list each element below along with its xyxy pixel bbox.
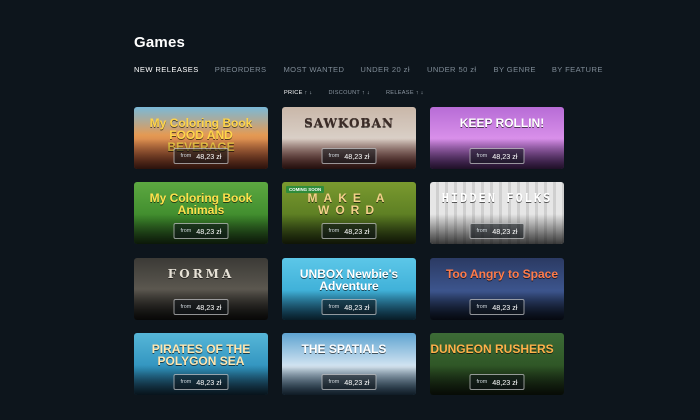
game-title: PIRATES OF THE POLYGON SEA [151, 342, 251, 368]
tab-by-genre[interactable]: BY GENRE [494, 65, 536, 74]
price-button[interactable]: from 48,23 zł [173, 299, 229, 315]
price-value: 48,23 zł [196, 302, 222, 312]
price-value: 48,23 zł [196, 377, 222, 387]
game-title: SAWKOBAN [304, 116, 394, 130]
sort-bar: PRICE ↑ ↓ DISCOUNT ↑ ↓ RELEASE ↑ ↓ [284, 90, 424, 96]
price-button[interactable]: from 48,23 zł [469, 374, 525, 390]
game-card[interactable]: My Coloring Book FOOD AND BEVERAGE from4… [134, 107, 268, 169]
game-card[interactable]: SAWKOBAN from 48,23 zł [282, 107, 416, 169]
tab-by-feature[interactable]: BY FEATURE [552, 65, 603, 74]
game-title: MAKE A WORD [307, 191, 391, 217]
sort-arrows-icon: ↑ ↓ [415, 90, 424, 96]
price-from: from [476, 153, 488, 159]
game-title: My Coloring Book Animals [149, 191, 253, 217]
price-button[interactable]: from 48,23 zł [469, 299, 525, 315]
game-title: KEEP ROLLIN! [459, 116, 545, 130]
price-from: from [476, 304, 488, 310]
game-card[interactable]: PIRATES OF THE POLYGON SEA from 48,23 zł [134, 333, 268, 395]
price-from: from [476, 379, 488, 385]
price-from: from [328, 228, 340, 234]
tab-preorders[interactable]: PREORDERS [215, 65, 267, 74]
price-from: from [328, 304, 340, 310]
category-tabs: NEW RELEASES PREORDERS MOST WANTED UNDER… [134, 65, 602, 74]
price-value: 48,23 zł [492, 226, 518, 236]
price-value: 48,23 zł [344, 226, 370, 236]
price-value: 48,23 zł [492, 151, 518, 161]
price-button[interactable]: from 48,23 zł [469, 223, 525, 239]
price-from: from [180, 228, 192, 234]
sort-discount-label: DISCOUNT [328, 90, 361, 96]
sort-release-label: RELEASE [385, 90, 414, 96]
game-title: FORMA [167, 267, 235, 281]
price-value: 48,23 zł [344, 377, 370, 387]
price-button[interactable]: from 48,23 zł [173, 148, 229, 164]
price-button[interactable]: from 48,23 zł [469, 148, 525, 164]
price-value: 48,23 zł [492, 377, 518, 387]
price-button[interactable]: from 48,23 zł [321, 148, 377, 164]
price-value: 48,23 zł [344, 302, 370, 312]
price-from: from [180, 304, 192, 310]
price-from: from [476, 228, 488, 234]
price-button[interactable]: from 48,23 zł [321, 374, 377, 390]
price-from: from [328, 153, 340, 159]
game-card[interactable]: DUNGEON RUSHERS from 48,23 zł [430, 333, 564, 395]
price-from: from [180, 379, 192, 385]
game-title: DUNGEON RUSHERS [430, 342, 554, 356]
sort-release[interactable]: RELEASE ↑ ↓ [386, 90, 424, 96]
sort-arrows-icon: ↑ ↓ [304, 90, 313, 96]
price-button[interactable]: from 48,23 zł [173, 374, 229, 390]
sort-price[interactable]: PRICE ↑ ↓ [284, 90, 313, 96]
game-card[interactable]: KEEP ROLLIN! from 48,23 zł [430, 107, 564, 169]
game-title: UNBOX Newbie's Adventure [299, 267, 399, 293]
game-title: HIDDEN FOLKS [441, 191, 553, 205]
game-card[interactable]: THE SPATIALS from 48,23 zł [282, 333, 416, 395]
tab-under-50[interactable]: UNDER 50 zł [427, 65, 477, 74]
game-title: Too Angry to Space [445, 267, 558, 281]
price-from: from [328, 379, 340, 385]
price-value: 48,23 zł [344, 151, 370, 161]
game-card[interactable]: COMING SOON MAKE A WORD from 48,23 zł [282, 182, 416, 244]
game-card[interactable]: UNBOX Newbie's Adventure from 48,23 zł [282, 258, 416, 320]
game-title: THE SPATIALS [301, 342, 387, 356]
price-button[interactable]: from 48,23 zł [173, 223, 229, 239]
tab-most-wanted[interactable]: MOST WANTED [283, 65, 344, 74]
sort-discount[interactable]: DISCOUNT ↑ ↓ [329, 90, 370, 96]
price-value: 48,23 zł [196, 151, 222, 161]
game-card[interactable]: HIDDEN FOLKS from 48,23 zł [430, 182, 564, 244]
game-card[interactable]: Too Angry to Space from 48,23 zł [430, 258, 564, 320]
sort-arrows-icon: ↑ ↓ [361, 90, 370, 96]
game-card[interactable]: My Coloring Book Animals from 48,23 zł [134, 182, 268, 244]
price-from: from [180, 153, 192, 159]
price-button[interactable]: from 48,23 zł [321, 299, 377, 315]
game-card[interactable]: FORMA from 48,23 zł [134, 258, 268, 320]
price-button[interactable]: from 48,23 zł [321, 223, 377, 239]
page-title: Games [134, 34, 186, 51]
price-value: 48,23 zł [196, 226, 222, 236]
price-value: 48,23 zł [492, 302, 518, 312]
tab-new-releases[interactable]: NEW RELEASES [134, 65, 199, 74]
tab-under-20[interactable]: UNDER 20 zł [360, 65, 410, 74]
sort-price-label: PRICE [284, 90, 303, 96]
